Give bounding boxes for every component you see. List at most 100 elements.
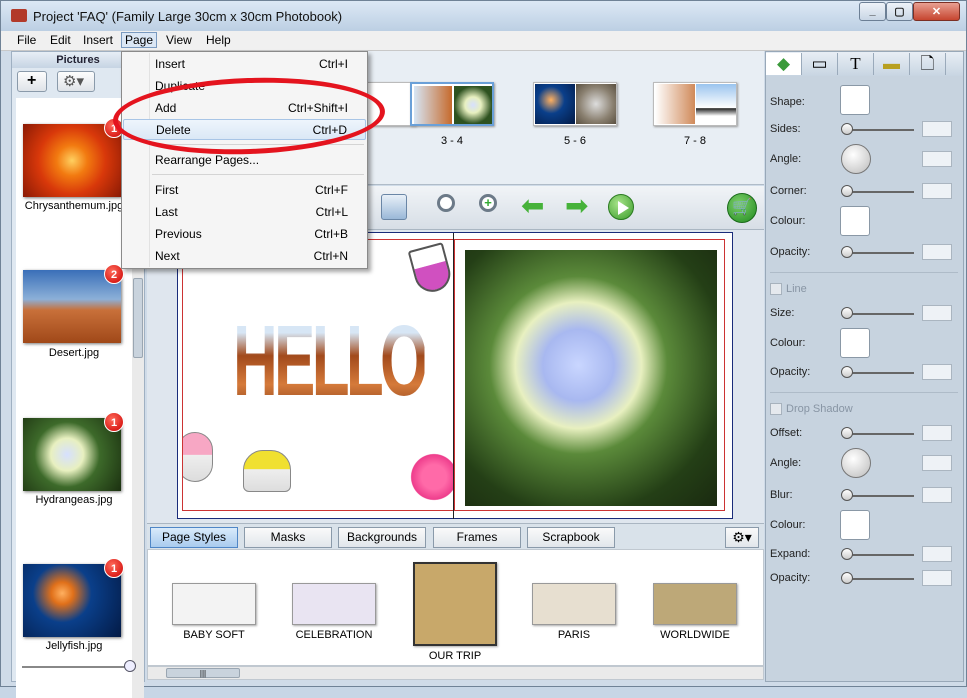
minimize-icon: _ xyxy=(869,5,876,17)
tab-frames[interactable]: Frames xyxy=(433,527,521,548)
style-thumb xyxy=(532,583,616,625)
slider-knob[interactable] xyxy=(841,489,853,501)
slider-knob[interactable] xyxy=(841,307,853,319)
style-item[interactable]: CELEBRATION xyxy=(292,583,376,641)
zoom-out-icon[interactable] xyxy=(437,194,463,220)
angle-dial[interactable] xyxy=(841,144,871,174)
slider-knob[interactable] xyxy=(841,185,853,197)
line-size-slider[interactable] xyxy=(844,313,914,315)
scroll-thumb[interactable]: ||| xyxy=(166,668,240,678)
zoom-in-icon[interactable]: + xyxy=(479,194,505,220)
arrow-left-icon[interactable]: ⬅ xyxy=(521,192,547,220)
spread-7-8[interactable] xyxy=(653,82,737,126)
menu-file[interactable]: File xyxy=(14,33,39,49)
menu-view[interactable]: View xyxy=(163,33,195,49)
drop-shadow-checkbox[interactable] xyxy=(770,403,782,415)
page-tab-icon[interactable]: 🗋 xyxy=(910,53,946,75)
menu-item-last[interactable]: Last Ctrl+L xyxy=(123,202,366,223)
cart-icon[interactable]: 🛒 xyxy=(727,193,757,223)
styles-scrollbar[interactable]: ||| xyxy=(147,666,764,680)
slider-knob[interactable] xyxy=(841,427,853,439)
right-page[interactable] xyxy=(454,239,725,511)
blur-value[interactable] xyxy=(922,487,952,503)
menu-item-first[interactable]: First Ctrl+F xyxy=(123,180,366,201)
slider-knob[interactable] xyxy=(841,366,853,378)
corner-value[interactable] xyxy=(922,183,952,199)
minimize-button[interactable]: _ xyxy=(859,2,886,21)
menu-item-insert[interactable]: Insert Ctrl+I xyxy=(123,54,366,75)
slider-knob[interactable] xyxy=(124,660,136,672)
add-picture-button[interactable]: + xyxy=(17,71,47,92)
spread-5-6[interactable] xyxy=(533,82,617,126)
pictures-options-button[interactable]: ⚙▾ xyxy=(57,71,95,92)
slider-knob[interactable] xyxy=(841,572,853,584)
ruler-tab-icon[interactable]: ▬ xyxy=(874,53,910,75)
menu-item-next[interactable]: Next Ctrl+N xyxy=(123,246,366,267)
style-item[interactable]: PARIS xyxy=(532,583,616,641)
gear-icon: ⚙▾ xyxy=(63,73,84,90)
style-item[interactable]: OUR TRIP xyxy=(413,562,497,662)
menu-edit[interactable]: Edit xyxy=(47,33,74,49)
canvas-area: HELLO xyxy=(147,230,764,523)
hydrangea-photo[interactable] xyxy=(465,250,717,506)
maximize-button[interactable]: ▢ xyxy=(886,2,913,21)
styles-options-button[interactable]: ⚙▾ xyxy=(725,527,759,548)
arrow-right-icon[interactable]: ➡ xyxy=(565,192,591,220)
pink-flower-sticker[interactable] xyxy=(405,448,453,506)
line-size-value[interactable] xyxy=(922,305,952,321)
menu-page[interactable]: Page xyxy=(121,32,158,48)
spread-3-4[interactable] xyxy=(410,82,494,126)
shadow-angle-value[interactable] xyxy=(922,455,952,471)
style-item[interactable]: WORLDWIDE xyxy=(653,583,737,641)
menu-help[interactable]: Help xyxy=(203,33,234,49)
cupcake-sticker[interactable] xyxy=(183,432,213,482)
shape-tab-icon[interactable]: ◆ xyxy=(766,53,802,75)
divider xyxy=(770,272,958,273)
cocktail-glass-sticker[interactable] xyxy=(407,242,453,296)
tab-page-styles[interactable]: Page Styles xyxy=(150,527,238,548)
angle-label: Angle: xyxy=(770,153,802,165)
line-opacity-slider[interactable] xyxy=(844,372,914,374)
tab-scrapbook[interactable]: Scrapbook xyxy=(527,527,615,548)
blur-slider[interactable] xyxy=(844,495,914,497)
play-icon[interactable] xyxy=(608,194,634,220)
thumbnail-size-slider[interactable] xyxy=(22,666,132,668)
opacity-value[interactable] xyxy=(922,244,952,260)
menu-item-previous[interactable]: Previous Ctrl+B xyxy=(123,224,366,245)
shadow-colour-swatch[interactable] xyxy=(840,510,870,540)
line-checkbox[interactable] xyxy=(770,283,782,295)
tab-backgrounds[interactable]: Backgrounds xyxy=(338,527,426,548)
colour-swatch[interactable] xyxy=(840,206,870,236)
opacity-slider[interactable] xyxy=(844,252,914,254)
properties-tabs: ◆ ▭ T ▬ 🗋 xyxy=(766,52,963,76)
corner-slider[interactable] xyxy=(844,191,914,193)
text-tab-icon[interactable]: T xyxy=(838,53,874,75)
cupcake-sticker[interactable] xyxy=(243,450,291,492)
close-button[interactable]: ✕ xyxy=(913,2,960,21)
frame-tab-icon[interactable]: ▭ xyxy=(802,53,838,75)
shadow-opacity-slider[interactable] xyxy=(844,578,914,580)
tab-masks[interactable]: Masks xyxy=(244,527,332,548)
line-opacity-value[interactable] xyxy=(922,364,952,380)
slider-knob[interactable] xyxy=(841,123,853,135)
offset-slider[interactable] xyxy=(844,433,914,435)
line-colour-swatch[interactable] xyxy=(840,328,870,358)
sides-slider[interactable] xyxy=(844,129,914,131)
hello-text-art[interactable]: HELLO xyxy=(233,304,428,419)
export-page-icon[interactable] xyxy=(381,194,407,220)
shadow-opacity-value[interactable] xyxy=(922,570,952,586)
picture-label: Chrysanthemum.jpg xyxy=(24,200,124,212)
shape-picker[interactable] xyxy=(840,85,870,115)
scroll-thumb[interactable] xyxy=(133,278,143,358)
slider-knob[interactable] xyxy=(841,246,853,258)
style-item[interactable]: BABY SOFT xyxy=(172,583,256,641)
left-page[interactable]: HELLO xyxy=(182,239,453,511)
expand-value[interactable] xyxy=(922,546,952,562)
slider-knob[interactable] xyxy=(841,548,853,560)
shadow-angle-dial[interactable] xyxy=(841,448,871,478)
menu-insert[interactable]: Insert xyxy=(80,33,116,49)
sides-value[interactable] xyxy=(922,121,952,137)
angle-value[interactable] xyxy=(922,151,952,167)
expand-slider[interactable] xyxy=(844,554,914,556)
offset-value[interactable] xyxy=(922,425,952,441)
